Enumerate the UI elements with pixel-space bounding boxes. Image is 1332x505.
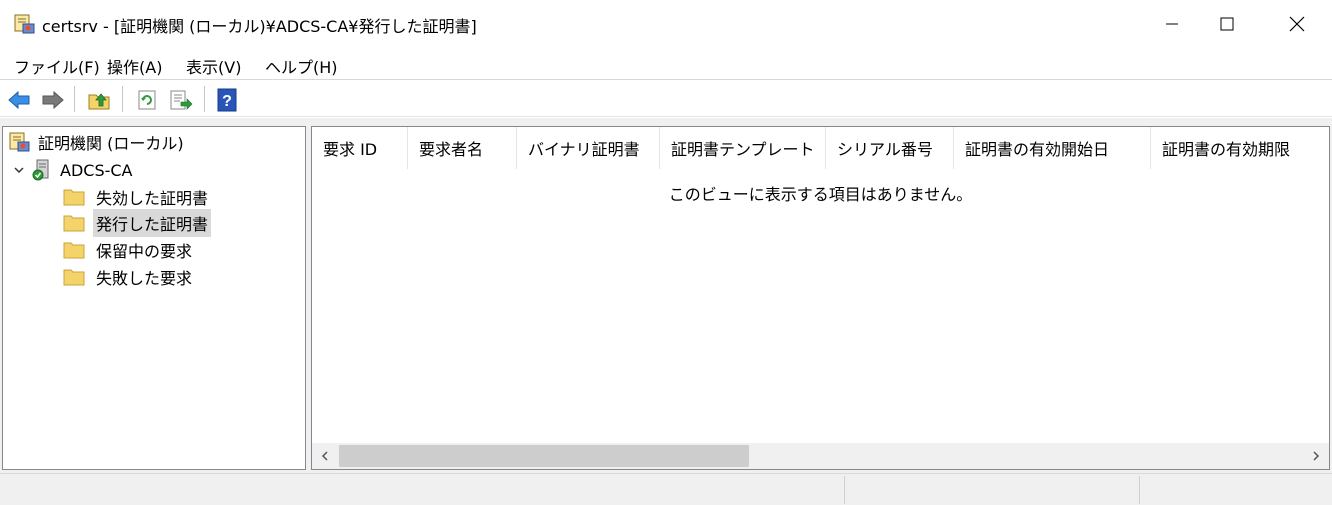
back-button[interactable]: [6, 87, 32, 113]
menu-file[interactable]: ファイル(F): [14, 54, 100, 78]
tree-item-root[interactable]: 証明機関 (ローカル): [9, 129, 187, 155]
back-arrow-icon: [8, 90, 30, 110]
toolbar-separator: [122, 86, 123, 112]
tree-item-pending[interactable]: 保留中の要求: [63, 237, 195, 263]
status-separator: [844, 476, 845, 504]
tree-item-ca[interactable]: ADCS-CA: [11, 157, 135, 183]
menu-view[interactable]: 表示(V): [186, 54, 241, 78]
close-button[interactable]: [1265, 0, 1329, 48]
scrollbar-thumb[interactable]: [339, 445, 749, 467]
menu-bar: ファイル(F) 操作(A) 表示(V) ヘルプ(H): [0, 48, 1332, 80]
help-button[interactable]: ?: [214, 87, 240, 113]
column-header-requester-name[interactable]: 要求者名: [408, 127, 517, 169]
certsrv-root-icon: [9, 131, 31, 153]
forward-button[interactable]: [40, 87, 66, 113]
ca-server-icon: [31, 159, 53, 181]
scroll-right-button[interactable]: [1303, 443, 1329, 469]
title-bar: certsrv - [証明機関 (ローカル)¥ADCS-CA¥発行した証明書]: [0, 0, 1332, 48]
export-list-button[interactable]: [168, 87, 194, 113]
chevron-left-icon: [321, 451, 328, 461]
svg-text:?: ?: [222, 93, 232, 110]
close-icon: [1289, 16, 1305, 32]
tree-label-root: 証明機関 (ローカル): [38, 134, 184, 153]
maximize-icon: [1220, 17, 1234, 31]
refresh-button[interactable]: [134, 87, 160, 113]
window-title: certsrv - [証明機関 (ローカル)¥ADCS-CA¥発行した証明書]: [42, 17, 477, 36]
details-list: 要求 ID 要求者名 バイナリ証明書 証明書テンプレート シリアル番号 証明書の…: [311, 126, 1330, 470]
column-header-expiration-date[interactable]: 証明書の有効期限: [1151, 127, 1329, 169]
tree-item-revoked[interactable]: 失効した証明書: [63, 184, 211, 210]
maximize-button[interactable]: [1195, 0, 1259, 48]
list-header: 要求 ID 要求者名 バイナリ証明書 証明書テンプレート シリアル番号 証明書の…: [312, 127, 1329, 169]
chevron-right-icon: [1313, 451, 1320, 461]
column-header-request-id[interactable]: 要求 ID: [312, 127, 408, 169]
folder-icon: [63, 213, 85, 233]
toolbar-separator: [204, 86, 205, 112]
menu-action[interactable]: 操作(A): [107, 54, 162, 78]
tree-label-pending: 保留中の要求: [96, 242, 193, 261]
refresh-icon: [138, 90, 156, 110]
tree-item-failed[interactable]: 失敗した要求: [63, 264, 195, 290]
tree-label-ca: ADCS-CA: [60, 160, 133, 180]
tree-label-revoked: 失効した証明書: [96, 189, 209, 208]
up-folder-icon: [88, 93, 110, 110]
folder-icon: [63, 187, 85, 207]
chevron-down-icon[interactable]: [11, 162, 27, 178]
help-icon: ?: [217, 88, 237, 112]
tree-label-issued: 発行した証明書: [93, 209, 212, 237]
up-button[interactable]: [86, 87, 112, 113]
folder-icon: [63, 267, 85, 287]
menu-help[interactable]: ヘルプ(H): [265, 54, 338, 78]
horizontal-scrollbar[interactable]: [312, 443, 1329, 469]
status-bar: [0, 473, 1332, 505]
tree-label-failed: 失敗した要求: [96, 269, 193, 288]
minimize-icon: [1166, 23, 1178, 25]
column-header-certificate-template[interactable]: 証明書テンプレート: [660, 127, 826, 169]
toolbar: ?: [0, 81, 1332, 117]
certsrv-icon: [14, 13, 36, 35]
scroll-left-button[interactable]: [312, 443, 338, 469]
status-separator: [1139, 476, 1140, 504]
export-list-icon: [170, 90, 193, 110]
column-header-serial-number[interactable]: シリアル番号: [826, 127, 954, 169]
toolbar-separator: [74, 86, 75, 112]
tree-item-issued[interactable]: 発行した証明書: [63, 209, 212, 237]
column-header-effective-date[interactable]: 証明書の有効開始日: [954, 127, 1151, 169]
empty-list-message: このビューに表示する項目はありません。: [668, 185, 973, 204]
column-header-binary-certificate[interactable]: バイナリ証明書: [517, 127, 660, 169]
folder-icon: [63, 240, 85, 260]
forward-arrow-icon: [42, 90, 64, 110]
console-tree: 証明機関 (ローカル) ADCS-CA 失効した証明書 発行した証明書 保留中の…: [2, 126, 306, 470]
